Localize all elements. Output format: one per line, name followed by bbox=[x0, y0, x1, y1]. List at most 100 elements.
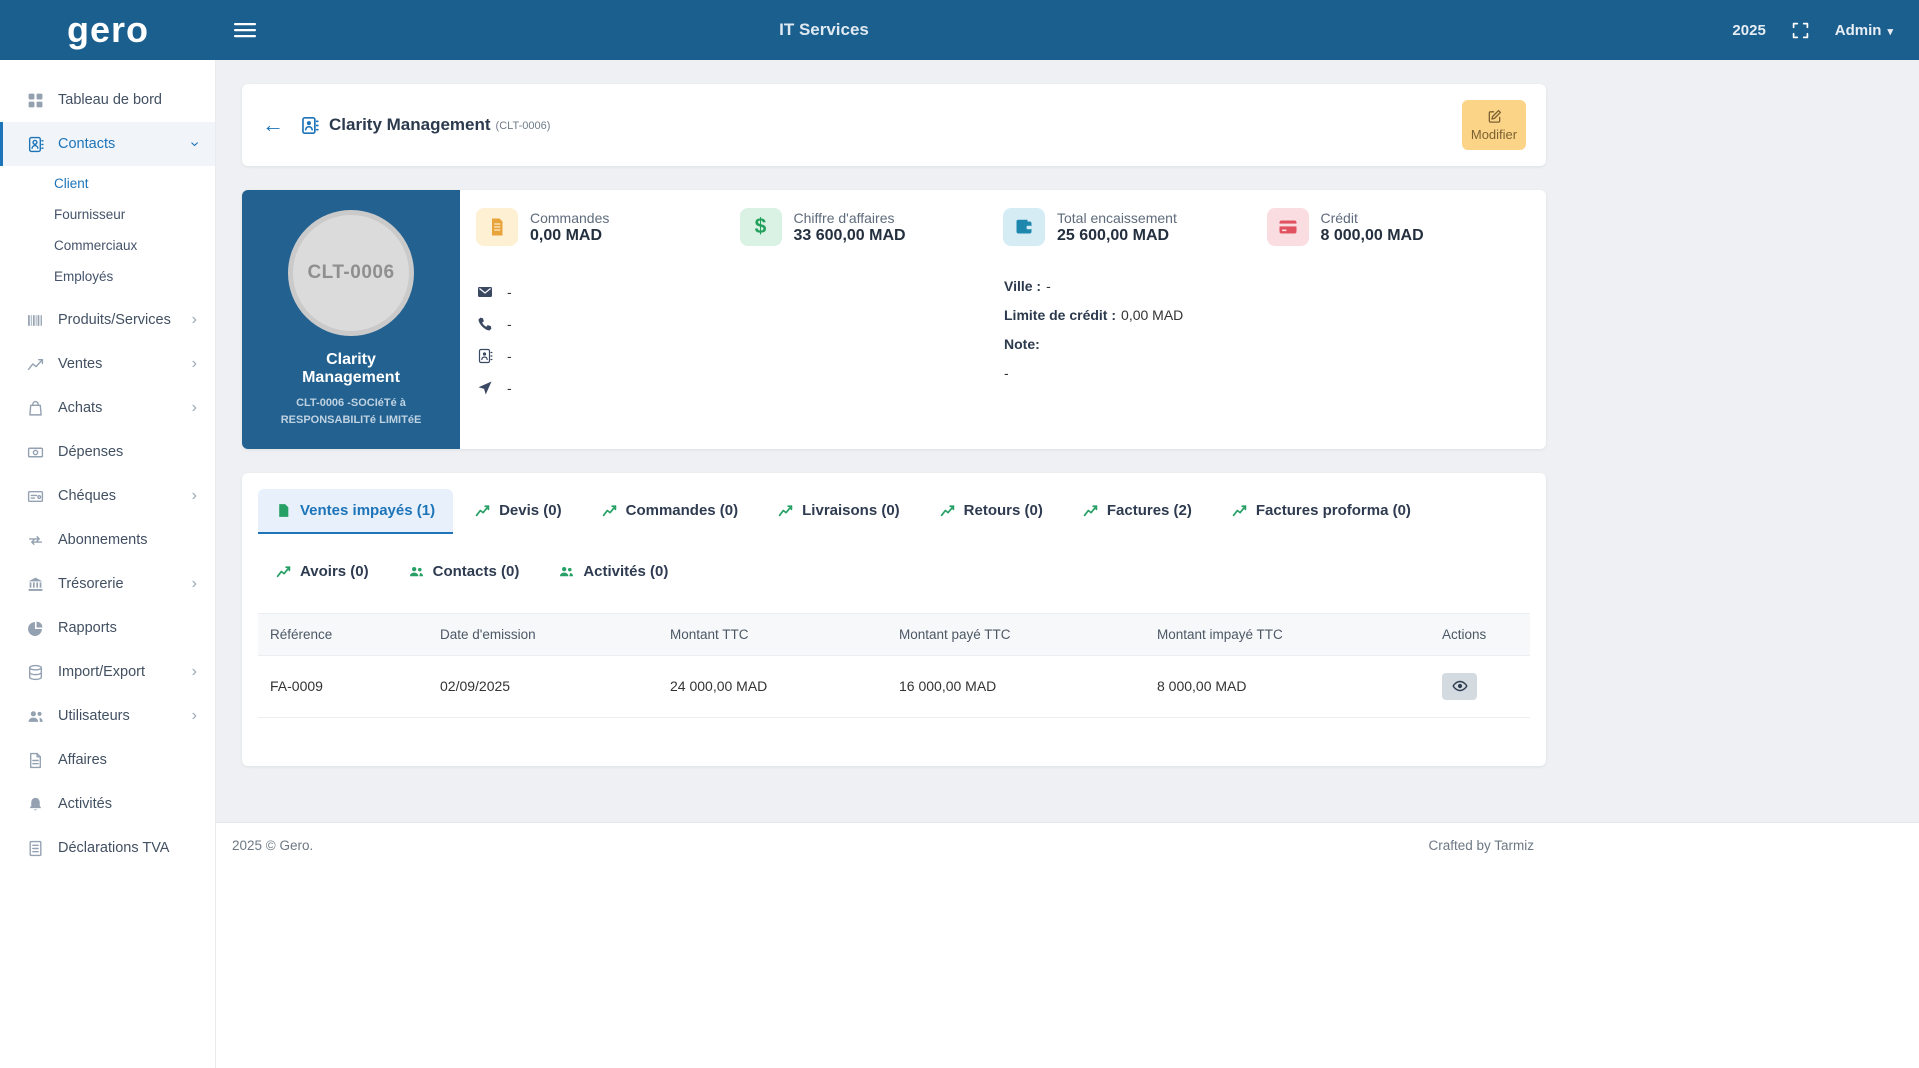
cell-montant-impaye: 8 000,00 MAD bbox=[1145, 655, 1430, 717]
sidebar-item-depenses[interactable]: Dépenses bbox=[0, 430, 215, 474]
chevron-down-icon: › bbox=[186, 141, 202, 146]
stat-label: Total encaissement bbox=[1057, 210, 1177, 226]
tab-activites[interactable]: Activités (0) bbox=[541, 550, 686, 595]
stat-value: 8 000,00 MAD bbox=[1321, 227, 1424, 245]
repeat-icon bbox=[26, 532, 44, 549]
email-value: - bbox=[507, 284, 512, 300]
wallet-icon bbox=[1003, 208, 1045, 246]
ville-row: Ville :- bbox=[1004, 278, 1530, 294]
sidebar-item-cheques[interactable]: Chéques › bbox=[0, 474, 215, 518]
sidebar-subitem-fournisseur[interactable]: Fournisseur bbox=[0, 199, 215, 230]
dollar-glyph: $ bbox=[755, 215, 767, 239]
chart-pie-icon bbox=[26, 620, 44, 637]
tab-commandes[interactable]: Commandes (0) bbox=[584, 489, 757, 534]
col-montant-impaye: Montant impayé TTC bbox=[1145, 613, 1430, 655]
back-button[interactable]: ← bbox=[262, 114, 284, 136]
app-logo[interactable]: gero bbox=[0, 0, 216, 60]
tab-ventes-impayes[interactable]: Ventes impayés (1) bbox=[258, 489, 453, 534]
avatar: CLT-0006 bbox=[288, 210, 414, 336]
sidebar-item-ventes[interactable]: Ventes › bbox=[0, 342, 215, 386]
chevron-right-icon: › bbox=[192, 708, 197, 724]
sidebar-item-achats[interactable]: Achats › bbox=[0, 386, 215, 430]
sidebar-subitem-commerciaux[interactable]: Commerciaux bbox=[0, 230, 215, 261]
stat-value: 33 600,00 MAD bbox=[794, 227, 906, 245]
edit-button[interactable]: Modifier bbox=[1462, 100, 1526, 150]
invoice-icon bbox=[476, 208, 518, 246]
chevron-right-icon: › bbox=[192, 356, 197, 372]
money-check-icon bbox=[26, 488, 44, 505]
credit-limit-row: Limite de crédit :0,00 MAD bbox=[1004, 307, 1530, 323]
tab-devis[interactable]: Devis (0) bbox=[457, 489, 580, 534]
users-icon bbox=[26, 708, 44, 725]
tab-label: Devis (0) bbox=[499, 502, 562, 519]
sidebar-item-activites[interactable]: Activités bbox=[0, 782, 215, 826]
sidebar-item-label: Utilisateurs bbox=[58, 708, 130, 724]
sidebar-item-label: Ventes bbox=[58, 356, 102, 372]
chart-line-icon bbox=[475, 503, 490, 518]
sidebar-item-tresorerie[interactable]: Trésorerie › bbox=[0, 562, 215, 606]
tab-factures[interactable]: Factures (2) bbox=[1065, 489, 1210, 534]
money-bill-icon bbox=[26, 444, 44, 461]
email-row: - bbox=[476, 276, 1004, 308]
client-name: Clarity Management bbox=[289, 351, 414, 388]
client-profile-card: CLT-0006 Clarity Management CLT-0006 -SO… bbox=[242, 190, 1546, 449]
sidebar-item-abonnements[interactable]: Abonnements bbox=[0, 518, 215, 562]
fullscreen-icon[interactable] bbox=[1792, 22, 1809, 39]
edit-icon bbox=[1487, 109, 1502, 124]
sidebar-item-rapports[interactable]: Rapports bbox=[0, 606, 215, 650]
contact-card-row: - bbox=[476, 340, 1004, 372]
stat-label: Crédit bbox=[1321, 210, 1424, 226]
sidebar-item-utilisateurs[interactable]: Utilisateurs › bbox=[0, 694, 215, 738]
avatar-label: CLT-0006 bbox=[307, 262, 394, 284]
tab-avoirs[interactable]: Avoirs (0) bbox=[258, 550, 387, 595]
stat-label: Chiffre d'affaires bbox=[794, 210, 906, 226]
sidebar-item-produits-services[interactable]: Produits/Services › bbox=[0, 298, 215, 342]
col-date-emission: Date d'emission bbox=[428, 613, 658, 655]
stats-row: Commandes 0,00 MAD $ Chiffre d'affaires … bbox=[476, 208, 1530, 246]
sidebar: Tableau de bord Contacts › Client Fourni… bbox=[0, 60, 216, 1068]
file-lines-icon bbox=[26, 840, 44, 857]
tab-retours[interactable]: Retours (0) bbox=[922, 489, 1061, 534]
tab-livraisons[interactable]: Livraisons (0) bbox=[760, 489, 918, 534]
sidebar-item-contacts[interactable]: Contacts › bbox=[0, 122, 215, 166]
chevron-right-icon: › bbox=[192, 312, 197, 328]
tab-label: Factures (2) bbox=[1107, 502, 1192, 519]
stat-total-encaissement: Total encaissement 25 600,00 MAD bbox=[1003, 208, 1267, 246]
footer-copyright: 2025 © Gero. bbox=[232, 838, 313, 853]
chevron-right-icon: › bbox=[192, 576, 197, 592]
chart-line-icon bbox=[778, 503, 793, 518]
view-button[interactable] bbox=[1442, 673, 1477, 700]
dashboard-icon bbox=[26, 92, 44, 109]
year-selector[interactable]: 2025 bbox=[1732, 22, 1765, 39]
user-menu[interactable]: Admin ▾ bbox=[1835, 22, 1893, 39]
sidebar-item-label: Activités bbox=[58, 796, 112, 812]
sidebar-subitem-employes[interactable]: Employés bbox=[0, 261, 215, 292]
col-montant-ttc: Montant TTC bbox=[658, 613, 887, 655]
tab-factures-proforma[interactable]: Factures proforma (0) bbox=[1214, 489, 1429, 534]
client-code: (CLT-0006) bbox=[496, 120, 551, 132]
sidebar-item-label: Contacts bbox=[58, 136, 115, 152]
sidebar-item-declarations-tva[interactable]: Déclarations TVA bbox=[0, 826, 215, 870]
sidebar-subitem-client[interactable]: Client bbox=[0, 168, 215, 199]
stat-value: 25 600,00 MAD bbox=[1057, 227, 1177, 245]
sidebar-item-import-export[interactable]: Import/Export › bbox=[0, 650, 215, 694]
menu-toggle-icon[interactable] bbox=[234, 22, 256, 38]
credit-card-icon bbox=[1267, 208, 1309, 246]
col-montant-paye: Montant payé TTC bbox=[887, 613, 1145, 655]
tabs-bar: Ventes impayés (1) Devis (0) Commandes (… bbox=[258, 489, 1530, 595]
chart-line-icon bbox=[276, 564, 291, 579]
chart-line-icon bbox=[1232, 503, 1247, 518]
tab-contacts[interactable]: Contacts (0) bbox=[391, 550, 538, 595]
table-row: FA-0009 02/09/2025 24 000,00 MAD 16 000,… bbox=[258, 655, 1530, 717]
note-value: - bbox=[1004, 365, 1530, 381]
sidebar-item-tableau-de-bord[interactable]: Tableau de bord bbox=[0, 78, 215, 122]
eye-icon bbox=[1452, 678, 1468, 694]
sidebar-item-affaires[interactable]: Affaires bbox=[0, 738, 215, 782]
footer-credit: Crafted by Tarmiz bbox=[1428, 838, 1534, 853]
sidebar-item-label: Dépenses bbox=[58, 444, 123, 460]
stat-chiffre-affaires: $ Chiffre d'affaires 33 600,00 MAD bbox=[740, 208, 1004, 246]
col-reference: Référence bbox=[258, 613, 428, 655]
file-icon bbox=[276, 503, 291, 518]
sidebar-item-label: Abonnements bbox=[58, 532, 147, 548]
credit-limit-label: Limite de crédit : bbox=[1004, 307, 1116, 323]
